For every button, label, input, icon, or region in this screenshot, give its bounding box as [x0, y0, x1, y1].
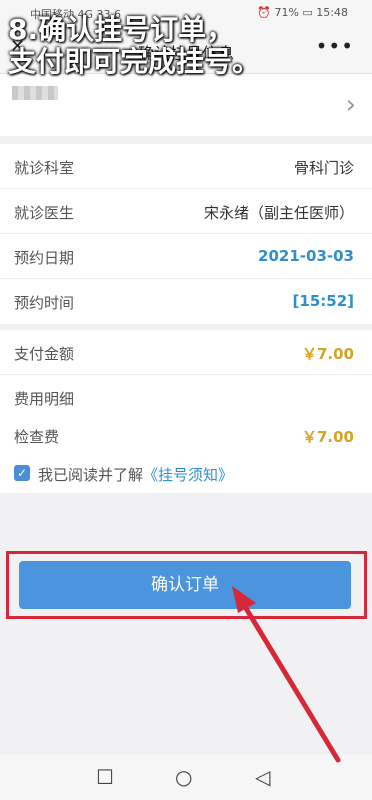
pointer-arrow — [232, 586, 341, 763]
tutorial-annotation: 8.确认挂号订单， 支付即可完成挂号。 — [8, 14, 260, 78]
annotation-line-1: 8.确认挂号订单， — [8, 13, 235, 46]
annotation-line-2: 支付即可完成挂号。 — [8, 45, 261, 78]
